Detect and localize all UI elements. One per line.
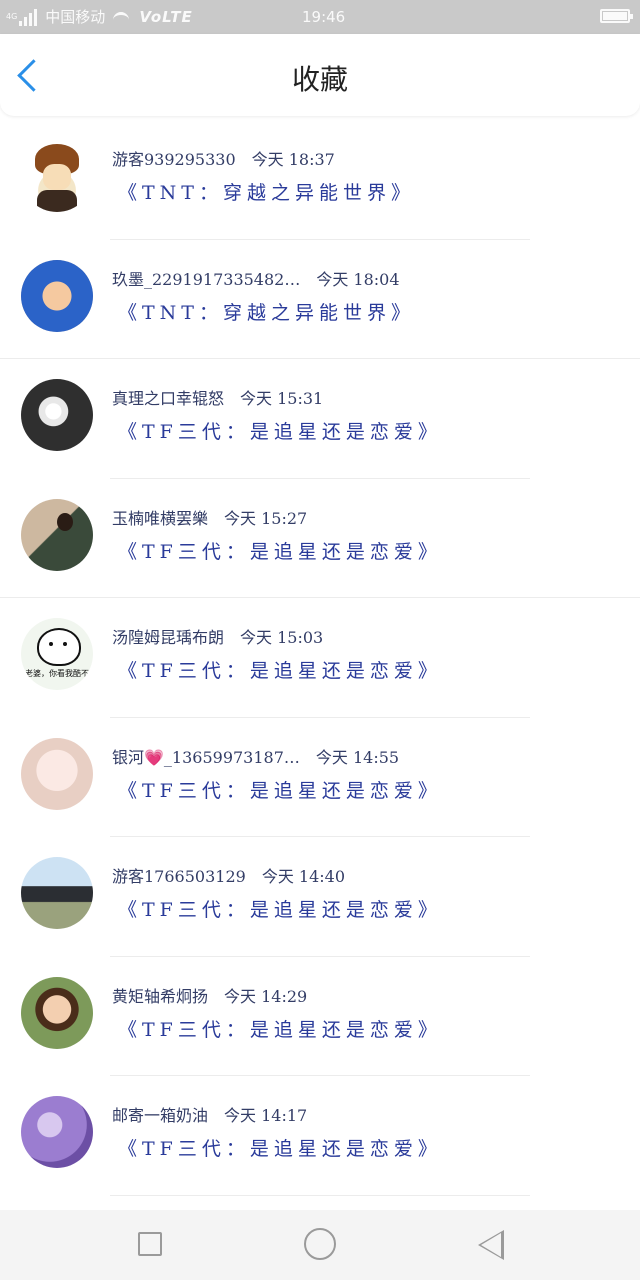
timestamp: 今天 14:29 (224, 986, 308, 1006)
favorites-list: 游客939295330 今天 18:37 《TNT：穿越之异能世界》 玖墨_229… (0, 120, 640, 1196)
header: 收藏 (0, 34, 640, 116)
square-icon[interactable] (138, 1232, 162, 1256)
username: 黄矩轴希炯扬 (112, 986, 209, 1006)
timestamp: 今天 15:03 (240, 628, 324, 647)
avatar[interactable] (21, 737, 93, 810)
triangle-back-icon[interactable] (478, 1230, 504, 1260)
list-item[interactable]: 银河💗_13659973187… 今天 14:55 《TF三代：是追星还是恋爱》 (0, 718, 640, 837)
avatar[interactable] (21, 140, 93, 212)
item-meta: 银河💗_13659973187… 今天 14:55 (112, 744, 399, 768)
avatar[interactable] (21, 259, 93, 332)
carrier-name: 中国移动 (45, 8, 106, 26)
book-title[interactable]: 《TF三代：是追星还是恋爱》 (118, 656, 442, 683)
timestamp: 今天 15:27 (224, 508, 308, 528)
book-title[interactable]: 《TNT：穿越之异能世界》 (118, 178, 415, 205)
username: 邮寄一箱奶油 (112, 1106, 209, 1125)
timestamp: 今天 14:17 (224, 1106, 308, 1125)
list-item[interactable]: 黄矩轴希炯扬 今天 14:29 《TF三代：是追星还是恋爱》 (0, 957, 640, 1076)
username: 玖墨_2291917335482… (112, 269, 301, 289)
avatar[interactable] (21, 857, 93, 929)
avatar[interactable]: 老婆，你看我酷不 (21, 618, 93, 690)
timestamp: 今天 15:31 (240, 389, 324, 408)
username: 玉楠唯横罢樂 (112, 508, 209, 528)
timestamp: 今天 14:55 (315, 747, 400, 767)
list-item[interactable]: 真理之口幸辊怒 今天 15:31 《TF三代：是追星还是恋爱》 (0, 359, 640, 479)
network-type: 4G (6, 12, 18, 21)
book-title[interactable]: 《TNT：穿越之异能世界》 (118, 298, 415, 325)
book-title[interactable]: 《TF三代：是追星还是恋爱》 (118, 537, 442, 564)
avatar[interactable] (21, 1096, 93, 1168)
avatar[interactable] (21, 379, 93, 451)
username: 游客939295330 (112, 150, 236, 169)
circle-icon[interactable] (304, 1228, 336, 1260)
book-title[interactable]: 《TF三代：是追星还是恋爱》 (118, 1134, 442, 1161)
avatar[interactable] (21, 498, 93, 571)
system-nav-bar (0, 1210, 640, 1280)
signal-icon (19, 8, 39, 26)
list-item[interactable]: 玖墨_2291917335482… 今天 18:04 《TNT：穿越之异能世界》 (0, 240, 640, 359)
list-item[interactable]: 玉楠唯横罢樂 今天 15:27 《TF三代：是追星还是恋爱》 (0, 479, 640, 598)
item-meta: 游客1766503129 今天 14:40 (112, 863, 345, 887)
battery-icon (600, 9, 633, 23)
avatar[interactable] (21, 976, 93, 1049)
book-title[interactable]: 《TF三代：是追星还是恋爱》 (118, 776, 442, 803)
username: 汤隍姆昆瑀布朗 (112, 628, 225, 647)
status-left: 4G 中国移动 VoLTE (6, 0, 193, 34)
wifi-icon (113, 11, 130, 27)
item-meta: 汤隍姆昆瑀布朗 今天 15:03 (112, 624, 323, 648)
username: 银河💗_13659973187… (112, 747, 300, 767)
username: 游客1766503129 (112, 867, 246, 886)
timestamp: 今天 18:04 (316, 269, 400, 289)
book-title[interactable]: 《TF三代：是追星还是恋爱》 (118, 417, 442, 444)
item-meta: 玉楠唯横罢樂 今天 15:27 (112, 505, 307, 529)
list-item[interactable]: 游客1766503129 今天 14:40 《TF三代：是追星还是恋爱》 (0, 837, 640, 957)
item-meta: 玖墨_2291917335482… 今天 18:04 (112, 266, 400, 290)
list-item[interactable]: 游客939295330 今天 18:37 《TNT：穿越之异能世界》 (0, 120, 640, 240)
item-meta: 邮寄一箱奶油 今天 14:17 (112, 1102, 307, 1126)
item-meta: 游客939295330 今天 18:37 (112, 146, 335, 170)
book-title[interactable]: 《TF三代：是追星还是恋爱》 (118, 1015, 442, 1042)
item-meta: 真理之口幸辊怒 今天 15:31 (112, 385, 323, 409)
username: 真理之口幸辊怒 (112, 389, 225, 408)
divider (110, 1194, 530, 1196)
list-item[interactable]: 邮寄一箱奶油 今天 14:17 《TF三代：是追星还是恋爱》 (0, 1076, 640, 1196)
clock: 19:46 (302, 8, 346, 26)
status-bar: 4G 中国移动 VoLTE 19:46 (0, 0, 640, 34)
page-title: 收藏 (291, 63, 348, 96)
book-title[interactable]: 《TF三代：是追星还是恋爱》 (118, 895, 442, 922)
item-meta: 黄矩轴希炯扬 今天 14:29 (112, 983, 307, 1007)
volte-label: VoLTE (139, 8, 193, 26)
timestamp: 今天 18:37 (251, 150, 335, 169)
timestamp: 今天 14:40 (261, 867, 346, 886)
avatar-caption: 老婆，你看我酷不 (25, 669, 89, 678)
list-item[interactable]: 老婆，你看我酷不 汤隍姆昆瑀布朗 今天 15:03 《TF三代：是追星还是恋爱》 (0, 598, 640, 718)
